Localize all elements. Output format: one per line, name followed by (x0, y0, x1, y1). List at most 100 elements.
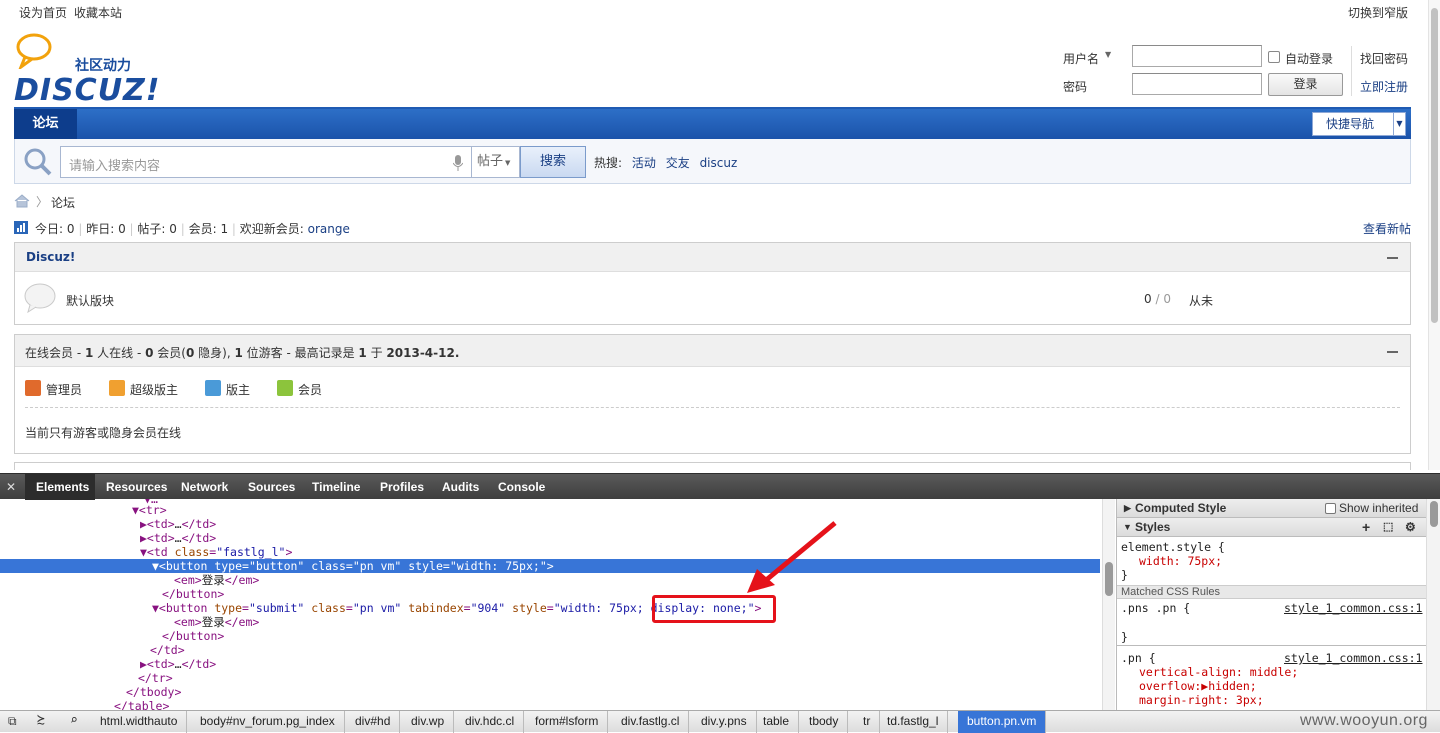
nav-item-forum[interactable]: 论坛 (14, 109, 77, 139)
tab-resources[interactable]: Resources (106, 474, 167, 500)
category-title[interactable]: Discuz! (26, 250, 75, 264)
dom-breadcrumb-item[interactable]: div#hd (346, 711, 401, 733)
styles-scrollbar[interactable] (1426, 499, 1440, 710)
hot-link-friends[interactable]: 交友 (666, 156, 690, 170)
element-style-width[interactable]: width: 75px; (1139, 554, 1222, 568)
forum-counts: 0 / 0 (1144, 292, 1171, 306)
dom-breadcrumb-item[interactable]: div.wp (402, 711, 455, 733)
dom-line[interactable]: ▼<tr> (132, 503, 167, 517)
show-inherited-checkbox[interactable] (1325, 503, 1336, 514)
online-box: 在线会员 - 1 人在线 - 0 会员(0 隐身), 1 位游客 - 最高记录是… (14, 334, 1411, 454)
dom-line[interactable]: ▶<td>…</td> (140, 517, 216, 531)
switch-narrow-link[interactable]: 切换到窄版 (1348, 4, 1408, 21)
microphone-icon[interactable] (453, 155, 463, 171)
login-button[interactable]: 登录 (1268, 73, 1343, 96)
dom-line[interactable]: <em>登录</em> (174, 573, 259, 587)
devtools-bottom-bar: ⧉ ≿ ⌕ html.widthauto body#nv_forum.pg_ind… (0, 710, 1440, 733)
search-button[interactable]: 搜索 (520, 146, 586, 178)
dom-line[interactable]: </tr> (138, 671, 173, 685)
home-icon[interactable] (14, 194, 30, 208)
rule2-prop[interactable]: margin-right: 3px; (1139, 693, 1264, 707)
chat-bubble-icon (16, 33, 52, 69)
dom-scrollbar[interactable] (1102, 499, 1115, 710)
element-state-icon[interactable]: ⬚ (1383, 518, 1393, 536)
bookmark-link[interactable]: 收藏本站 (74, 4, 122, 21)
online-summary[interactable]: 在线会员 - 1 人在线 - 0 会员(0 隐身), 1 位游客 - 最高记录是… (25, 344, 459, 361)
dom-line[interactable]: </button> (162, 587, 224, 601)
dom-line[interactable]: </td> (150, 643, 185, 657)
register-link[interactable]: 立即注册 (1360, 78, 1408, 95)
collapse-icon[interactable] (1387, 351, 1398, 353)
devtools-tabs: ✕ Elements Resources Network Sources Tim… (0, 473, 1440, 500)
styles-sidebar: ▶ Computed Style Show inherited ▼ Styles… (1116, 499, 1426, 710)
tab-sources[interactable]: Sources (248, 474, 295, 500)
dom-line[interactable]: ▼<button type="button" class="pn vm" sty… (152, 559, 554, 573)
dom-breadcrumb-item[interactable]: tbody (800, 711, 849, 733)
dom-line[interactable]: </table> (114, 699, 169, 710)
rule2-source-link[interactable]: style_1_common.css:1 (1284, 651, 1422, 665)
page-scrollbar[interactable] (1428, 0, 1440, 470)
password-input[interactable] (1132, 73, 1262, 95)
chart-icon (14, 221, 28, 234)
online-text: 会员( (153, 346, 186, 360)
dom-line[interactable]: <em>登录</em> (174, 615, 259, 629)
styles-scrollbar-thumb[interactable] (1430, 501, 1438, 527)
tab-audits[interactable]: Audits (442, 474, 479, 500)
top-bar: 设为首页 收藏本站 切换到窄版 (0, 0, 1440, 22)
logo[interactable]: 社区动力 DISCUZ! (14, 33, 159, 108)
dom-breadcrumb-item[interactable]: form#lsform (526, 711, 609, 733)
tab-console[interactable]: Console (498, 474, 545, 500)
hot-link-discuz[interactable]: discuz (700, 156, 738, 170)
rule1-source-link[interactable]: style_1_common.css:1 (1284, 601, 1422, 615)
rule2-prop[interactable]: vertical-align: middle; (1139, 665, 1298, 679)
tab-timeline[interactable]: Timeline (312, 474, 360, 500)
forgot-password-link[interactable]: 找回密码 (1360, 50, 1408, 67)
dom-line[interactable]: ▶<td>…</td> (140, 531, 216, 545)
page-scrollbar-thumb[interactable] (1431, 8, 1438, 323)
breadcrumb-current: 论坛 (51, 196, 76, 210)
tab-profiles[interactable]: Profiles (380, 474, 424, 500)
dom-breadcrumb-item[interactable]: tr (854, 711, 881, 733)
username-input[interactable] (1132, 45, 1262, 67)
dom-breadcrumb-item[interactable]: table (754, 711, 800, 733)
dom-line[interactable]: ▶<td>…</td> (140, 657, 216, 671)
tab-network[interactable]: Network (181, 474, 228, 500)
dom-line[interactable]: </button> (162, 629, 224, 643)
rule2-prop[interactable]: overflow:▶hidden; (1139, 679, 1257, 693)
chevron-down-icon[interactable]: ▼ (1105, 50, 1111, 59)
add-rule-icon[interactable]: + (1362, 518, 1370, 536)
search-icon[interactable]: ⌕ (70, 713, 78, 728)
dom-breadcrumb-item[interactable]: div.y.pns (692, 711, 757, 733)
dom-line[interactable]: ▼<td class="fastlg_l"> (140, 545, 292, 559)
auto-login-checkbox[interactable] (1268, 51, 1280, 63)
computed-style-header[interactable]: ▶ Computed Style Show inherited (1117, 499, 1426, 518)
search-type-select[interactable]: 帖子 ▼ (472, 146, 520, 178)
dock-icon[interactable]: ⧉ (8, 714, 17, 729)
dom-scrollbar-thumb[interactable] (1105, 562, 1113, 596)
dom-breadcrumb-item[interactable]: body#nv_forum.pg_index (191, 711, 345, 733)
member-icon (277, 380, 293, 396)
dom-breadcrumb-item[interactable]: div.fastlg.cl (612, 711, 690, 733)
close-icon[interactable]: ✕ (6, 480, 16, 494)
set-home-link[interactable]: 设为首页 (19, 4, 67, 21)
online-text: 隐身), (194, 346, 235, 360)
styles-header[interactable]: ▼ Styles + ⬚ ⚙ (1117, 518, 1426, 537)
new-member-link[interactable]: orange (308, 222, 350, 236)
collapse-icon[interactable] (1387, 257, 1398, 259)
legend-moderator: 版主 (226, 383, 251, 397)
dom-line[interactable]: </tbody> (126, 685, 181, 699)
quick-nav-button[interactable]: 快捷导航 ▼ (1312, 112, 1406, 136)
new-posts-link[interactable]: 查看新帖 (1363, 220, 1411, 237)
dom-breadcrumb-item[interactable]: html.widthauto (91, 711, 188, 733)
divider (25, 407, 1400, 408)
tab-elements[interactable]: Elements (36, 474, 89, 500)
dom-breadcrumb-item[interactable]: td.fastlg_l (878, 711, 949, 733)
dom-breadcrumb-item[interactable]: div.hdc.cl (456, 711, 525, 733)
close-brace: } (1121, 568, 1128, 582)
dom-breadcrumb-item[interactable]: button.pn.vm (958, 711, 1047, 733)
forum-name-link[interactable]: 默认版块 (66, 292, 114, 309)
console-drawer-icon[interactable]: ≿ (37, 713, 45, 728)
hot-link-activity[interactable]: 活动 (632, 156, 656, 170)
gear-icon[interactable]: ⚙ (1405, 518, 1416, 536)
search-input[interactable]: 请输入搜索内容 (60, 146, 472, 178)
